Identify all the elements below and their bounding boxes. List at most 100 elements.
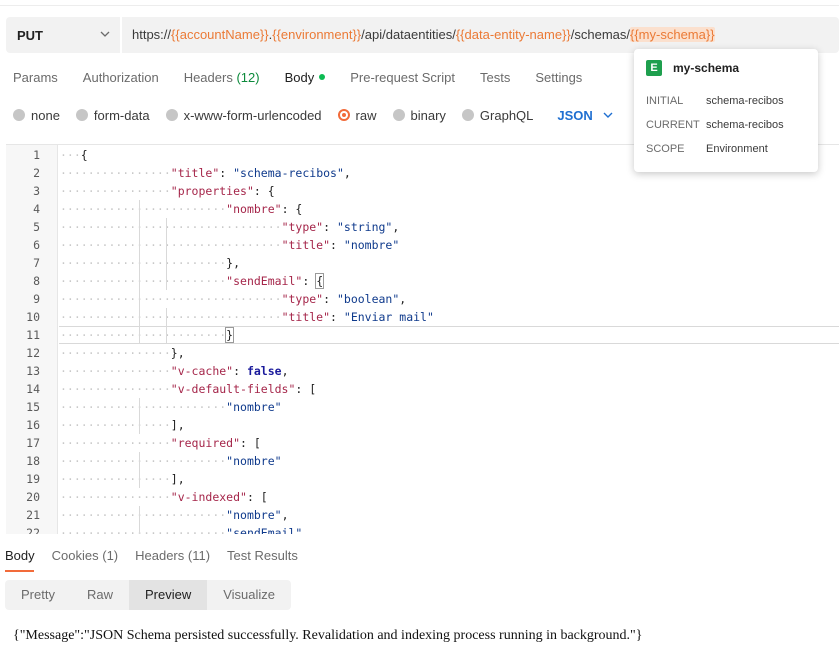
line-code: ························}, [60, 254, 240, 272]
indent-whitespace: ························ [60, 526, 227, 534]
radio-x-www-form-urlencoded[interactable]: x-www-form-urlencoded [165, 108, 322, 123]
radio-label: form-data [93, 107, 150, 123]
url-bar: PUT https://{{accountName}}.{{environmen… [6, 17, 839, 53]
chevron-down-icon [100, 31, 110, 37]
view-pretty-button[interactable]: Pretty [5, 580, 71, 610]
line-number: 10 [26, 310, 40, 324]
line-code: ················"properties": { [60, 182, 275, 200]
response-view-switcher: Pretty Raw Preview Visualize [5, 580, 292, 610]
code-token: : [ [295, 382, 317, 396]
indent-whitespace: ························ [60, 400, 227, 414]
code-line: 8 ························"sendEmail": { [6, 272, 839, 290]
tab-settings[interactable]: Settings [535, 70, 582, 88]
body-type-options: none form-data x-www-form-urlencoded raw bin… [13, 106, 613, 124]
line-number: 7 [33, 256, 40, 270]
view-raw-button[interactable]: Raw [71, 580, 129, 610]
radio-form-data[interactable]: form-data [75, 107, 150, 123]
line-number: 22 [26, 526, 40, 534]
response-tab-count: (1) [102, 548, 119, 563]
code-token: false [246, 364, 282, 378]
code-token: : [ [240, 436, 261, 450]
radio-label: GraphQL [479, 107, 534, 123]
tab-label: Headers [183, 70, 233, 85]
line-code: ························"nombre" [60, 452, 282, 470]
line-code: ························"nombre": { [60, 200, 302, 218]
indent-whitespace: ································ [60, 220, 282, 234]
code-token: "v-cache" [170, 364, 234, 378]
code-token: , [281, 508, 289, 522]
indent-whitespace: ················ [60, 490, 171, 504]
line-number: 1 [33, 148, 40, 162]
modified-dot-icon [319, 74, 326, 80]
indent-whitespace: ················ [60, 364, 171, 378]
code-token: , [281, 364, 289, 378]
response-tab-body[interactable]: Body [5, 548, 35, 572]
response-tab-cookies[interactable]: Cookies (1) [52, 548, 118, 570]
code-token: }, [170, 346, 185, 360]
popup-label-current: CURRENT [646, 119, 700, 131]
radio-label: binary [410, 107, 446, 123]
tab-body[interactable]: Body [285, 70, 326, 88]
popup-value-current: schema-recibos [706, 119, 784, 131]
code-token: : { [253, 184, 275, 198]
response-tab-test-results[interactable]: Test Results [227, 548, 298, 570]
indent-whitespace: ················ [60, 184, 171, 198]
variable-name: my-schema [673, 61, 740, 75]
code-token: }, [226, 256, 241, 270]
url-text: https:// [132, 27, 172, 42]
response-tab-label: Cookies [51, 548, 99, 563]
url-text: /api/dataentities/ [361, 27, 456, 42]
code-token: "sendEmail" [226, 526, 303, 534]
top-divider [0, 5, 839, 6]
code-token: : [330, 310, 344, 324]
line-code: ················], [60, 416, 185, 434]
indent-whitespace: ················ [60, 166, 171, 180]
tab-tests[interactable]: Tests [480, 70, 510, 88]
code-line: 9 ································"type":… [6, 290, 839, 308]
view-visualize-button[interactable]: Visualize [207, 580, 291, 610]
tab-pre-request-script[interactable]: Pre-request Script [350, 70, 455, 88]
response-tab-headers[interactable]: Headers (11) [135, 548, 210, 570]
tab-authorization[interactable]: Authorization [83, 70, 159, 88]
code-token: : [219, 166, 234, 180]
indent-whitespace: ························ [60, 202, 227, 216]
tab-headers[interactable]: Headers (12) [184, 70, 260, 88]
code-line: 6 ································"title"… [6, 236, 839, 254]
tab-params[interactable]: Params [13, 70, 58, 88]
line-code: ························"sendEmail": { [60, 272, 325, 290]
line-code: ························"sendEmail" [60, 524, 302, 534]
radio-binary[interactable]: binary [392, 107, 446, 123]
code-line: 11 ························} [6, 326, 839, 344]
radio-raw[interactable]: raw [337, 108, 377, 123]
code-token: "v-indexed" [170, 490, 247, 504]
language-label: JSON [557, 107, 593, 123]
language-select[interactable]: JSON [557, 107, 613, 123]
line-number: 8 [33, 274, 40, 288]
method-select[interactable]: PUT [6, 17, 120, 53]
code-line: 18 ························"nombre" [6, 452, 839, 470]
view-preview-button[interactable]: Preview [128, 580, 208, 610]
radio-none[interactable]: none [13, 108, 60, 123]
radio-graphql[interactable]: GraphQL [461, 107, 534, 123]
line-code: ················], [60, 470, 185, 488]
line-number: 21 [26, 508, 40, 522]
code-token: "title" [281, 238, 331, 252]
radio-circle-icon [165, 109, 178, 121]
code-token: : [323, 292, 337, 306]
code-token: ], [170, 418, 185, 432]
line-number: 11 [26, 328, 40, 342]
popup-label-scope: SCOPE [646, 143, 685, 155]
line-code: ················"v-default-fields": [ [60, 380, 316, 398]
url-variable: {{accountName}} [171, 27, 269, 42]
code-token: "title" [281, 310, 331, 324]
tab-count: (12) [236, 70, 260, 85]
line-number: 13 [26, 364, 40, 378]
indent-whitespace: ················ [60, 472, 171, 486]
code-token: "schema-recibos" [233, 166, 344, 180]
code-token: } [225, 327, 235, 343]
line-number: 4 [33, 202, 40, 216]
line-number: 6 [33, 238, 40, 252]
code-editor[interactable]: 1 ···{2 ················"title": "schema-r… [6, 144, 839, 534]
url-input[interactable]: https://{{accountName}}.{{environment}}/… [132, 17, 715, 53]
code-token: : { [281, 202, 303, 216]
